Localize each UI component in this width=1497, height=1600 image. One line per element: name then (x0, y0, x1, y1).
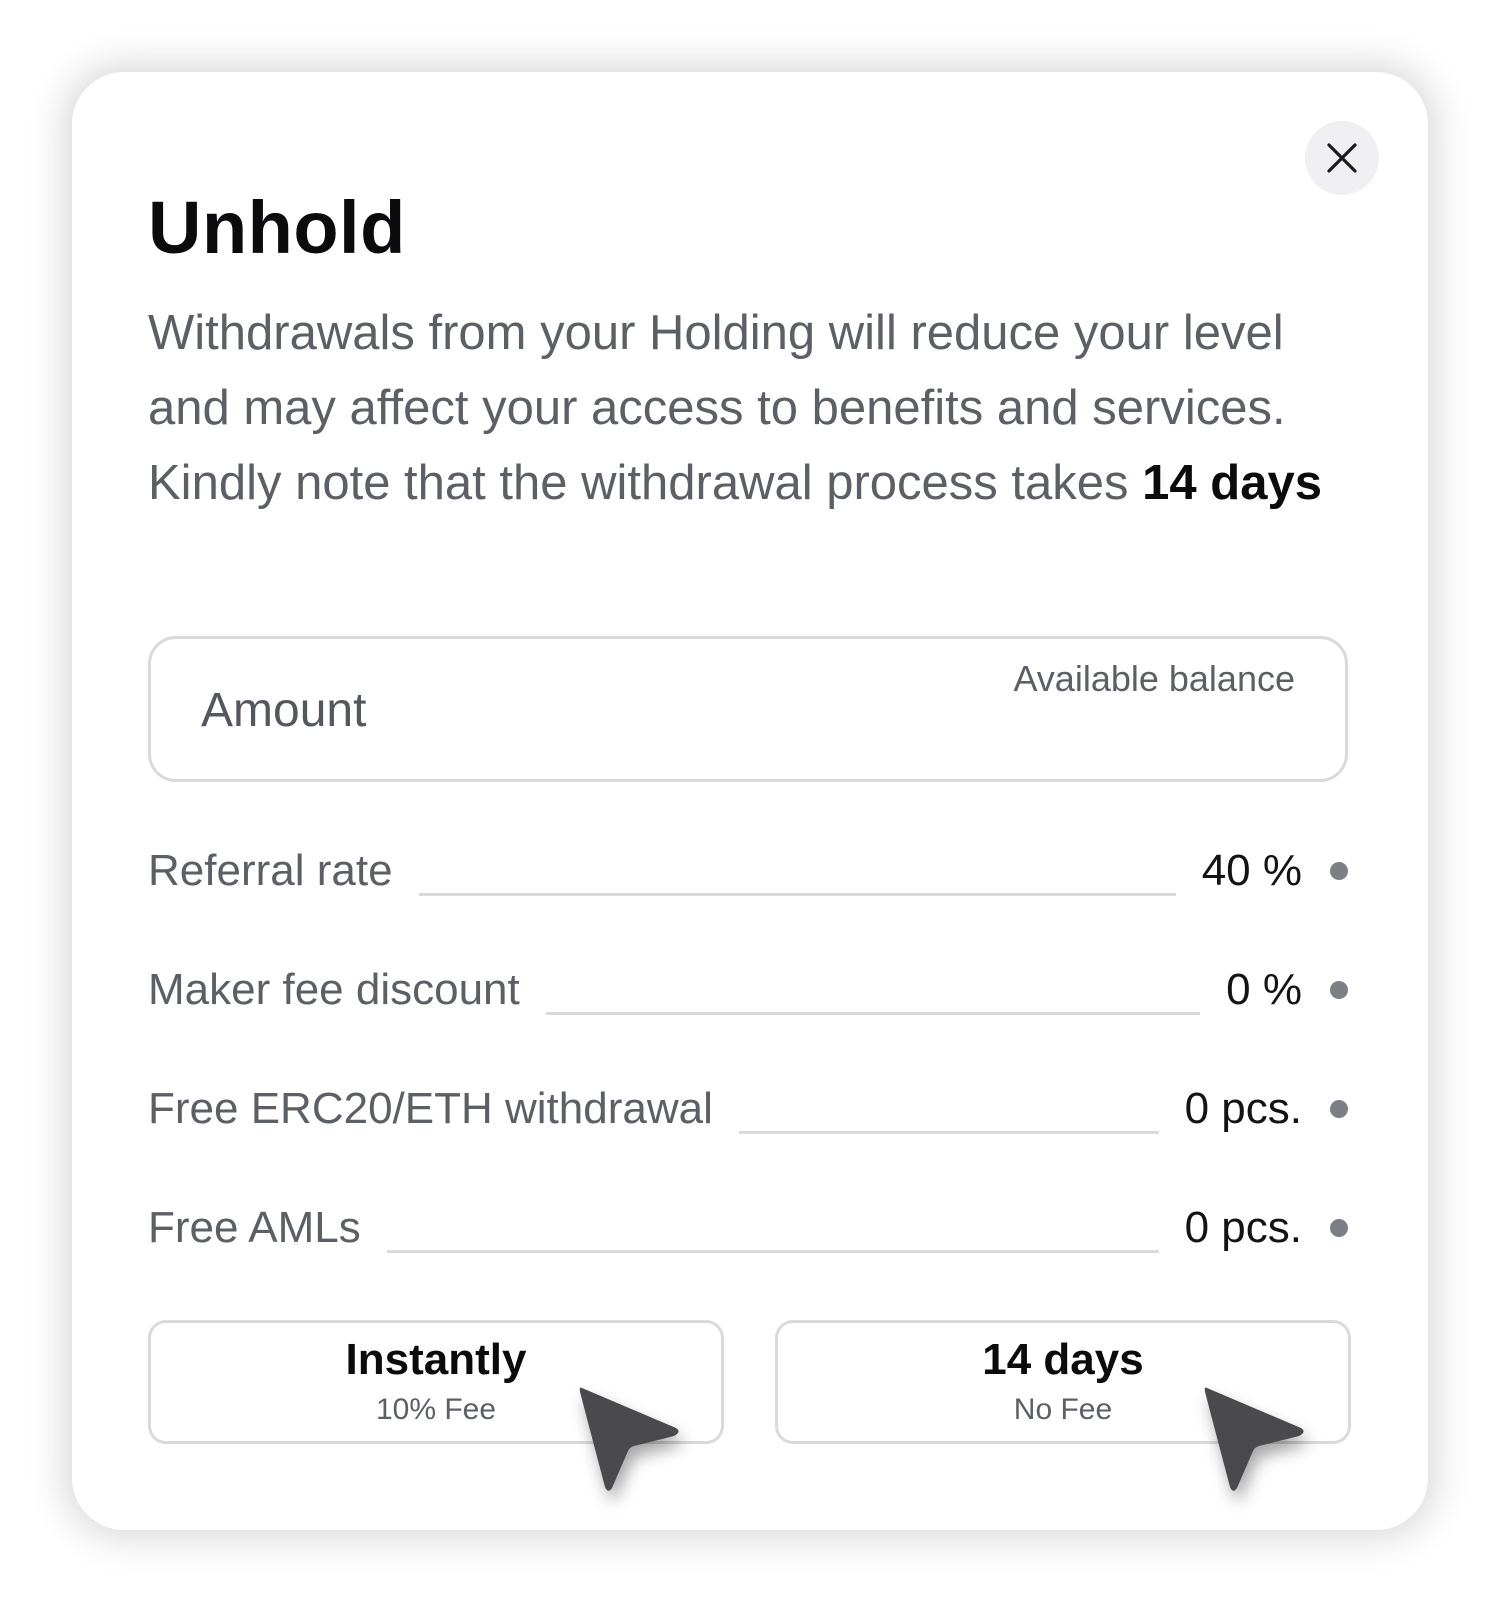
dialog-title: Unhold (148, 186, 406, 269)
available-balance-label: Available balance (1013, 658, 1295, 699)
benefit-leader-line (386, 1250, 1159, 1253)
instant-unhold-button[interactable]: Instantly 10% Fee (148, 1320, 724, 1444)
benefit-leader-line (418, 893, 1176, 896)
benefit-label: Free AMLs (148, 1203, 361, 1252)
benefit-row-maker-fee-discount: Maker fee discount 0 % (148, 955, 1348, 1025)
benefit-row-referral-rate: Referral rate 40 % (148, 836, 1348, 906)
option-title: Instantly (345, 1335, 527, 1385)
close-icon (1327, 143, 1357, 173)
withdrawal-period: 14 days (1142, 456, 1322, 510)
benefit-value: 40 % (1201, 846, 1302, 895)
benefit-leader-line (738, 1131, 1159, 1134)
benefit-value: 0 pcs. (1184, 1084, 1302, 1133)
delayed-unhold-button[interactable]: 14 days No Fee (775, 1320, 1351, 1444)
status-dot-icon (1330, 981, 1348, 999)
benefit-row-free-erc20-withdrawal: Free ERC20/ETH withdrawal 0 pcs. (148, 1074, 1348, 1144)
benefit-label: Referral rate (148, 846, 393, 895)
description-text: Withdrawals from your Holding will reduc… (148, 306, 1286, 510)
benefit-label: Maker fee discount (148, 965, 520, 1014)
benefit-value: 0 % (1226, 965, 1302, 1014)
status-dot-icon (1330, 1100, 1348, 1118)
amount-field[interactable]: Available balance (148, 636, 1348, 782)
status-dot-icon (1330, 1219, 1348, 1237)
option-title: 14 days (982, 1335, 1144, 1385)
status-dot-icon (1330, 862, 1348, 880)
close-button[interactable] (1305, 121, 1379, 195)
benefit-label: Free ERC20/ETH withdrawal (148, 1084, 713, 1133)
option-fee: 10% Fee (375, 1392, 497, 1426)
benefit-leader-line (545, 1012, 1201, 1015)
dialog-description: Withdrawals from your Holding will reduc… (148, 296, 1348, 521)
option-fee: No Fee (1013, 1392, 1113, 1426)
unhold-dialog (72, 72, 1428, 1530)
benefit-value: 0 pcs. (1184, 1203, 1302, 1252)
benefit-row-free-amls: Free AMLs 0 pcs. (148, 1193, 1348, 1263)
amount-input[interactable] (201, 677, 901, 743)
